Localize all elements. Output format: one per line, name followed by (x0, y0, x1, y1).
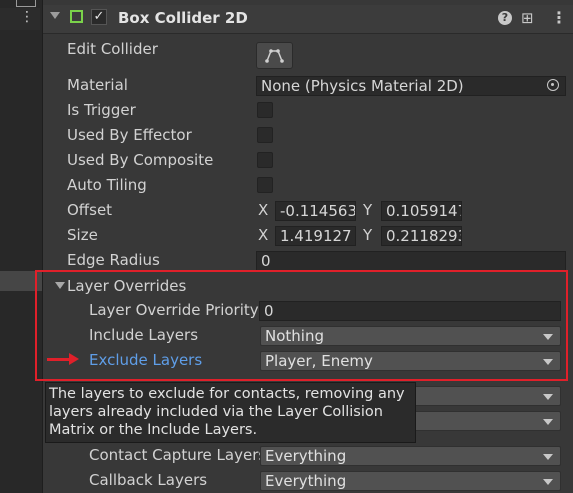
fold-arrow-icon[interactable] (50, 12, 60, 19)
context-menu-icon[interactable]: ⋮ (551, 8, 567, 27)
component-enabled-checkbox[interactable]: ✓ (91, 9, 107, 25)
size-y-label[interactable]: Y (363, 226, 372, 244)
offset-y-input[interactable]: 0.1059147 (381, 201, 462, 221)
size-y-input[interactable]: 0.2118293 (381, 226, 462, 246)
size-x-input[interactable]: 1.419127 (275, 226, 356, 246)
contact-capture-layers-label: Contact Capture Layers (89, 446, 267, 464)
used-by-effector-label: Used By Effector (67, 126, 192, 144)
edge-radius-input[interactable]: 0 (256, 251, 566, 271)
object-picker-icon[interactable] (547, 79, 559, 91)
material-object-field[interactable]: None (Physics Material 2D) (256, 76, 566, 96)
callback-layers-value: Everything (265, 472, 347, 490)
dropdown-arrow-icon (543, 454, 553, 460)
annotation-arrow-icon (47, 358, 71, 361)
callback-layers-label: Callback Layers (89, 471, 208, 489)
layout-icon[interactable] (16, 0, 36, 7)
material-label: Material (67, 76, 128, 94)
used-by-effector-checkbox[interactable] (257, 127, 273, 143)
annotation-arrow-head-icon (69, 353, 79, 365)
callback-layers-dropdown[interactable]: Everything (260, 471, 561, 491)
used-by-composite-checkbox[interactable] (257, 152, 273, 168)
auto-tiling-checkbox[interactable] (257, 177, 273, 193)
edge-radius-label: Edge Radius (67, 251, 160, 269)
annotation-highlight-box (35, 270, 568, 381)
dropdown-arrow-icon (543, 419, 553, 425)
more-icon[interactable]: ⋮ (20, 10, 34, 24)
presets-icon[interactable]: ⊞ (521, 9, 534, 27)
left-panel (0, 0, 43, 493)
dropdown-arrow-icon (543, 479, 553, 485)
edit-collider-icon (265, 49, 284, 63)
material-value: None (Physics Material 2D) (261, 77, 464, 95)
component-title: Box Collider 2D (118, 9, 248, 27)
exclude-layers-tooltip: The layers to exclude for contacts, remo… (45, 382, 416, 443)
edit-collider-button[interactable] (256, 42, 293, 69)
offset-x-label[interactable]: X (258, 201, 268, 219)
contact-capture-layers-value: Everything (265, 447, 347, 465)
dropdown-arrow-icon (543, 394, 553, 400)
offset-x-input[interactable]: -0.114563 (275, 201, 356, 221)
offset-label: Offset (67, 201, 113, 219)
edit-collider-label: Edit Collider (67, 40, 158, 58)
size-label: Size (67, 226, 98, 244)
offset-y-label[interactable]: Y (363, 201, 372, 219)
size-x-label[interactable]: X (258, 226, 268, 244)
help-icon[interactable]: ? (498, 11, 512, 25)
is-trigger-checkbox[interactable] (257, 102, 273, 118)
used-by-composite-label: Used By Composite (67, 151, 214, 169)
auto-tiling-label: Auto Tiling (67, 176, 147, 194)
box-collider-icon (70, 10, 83, 23)
contact-capture-layers-dropdown[interactable]: Everything (260, 446, 561, 466)
is-trigger-label: Is Trigger (67, 101, 136, 119)
